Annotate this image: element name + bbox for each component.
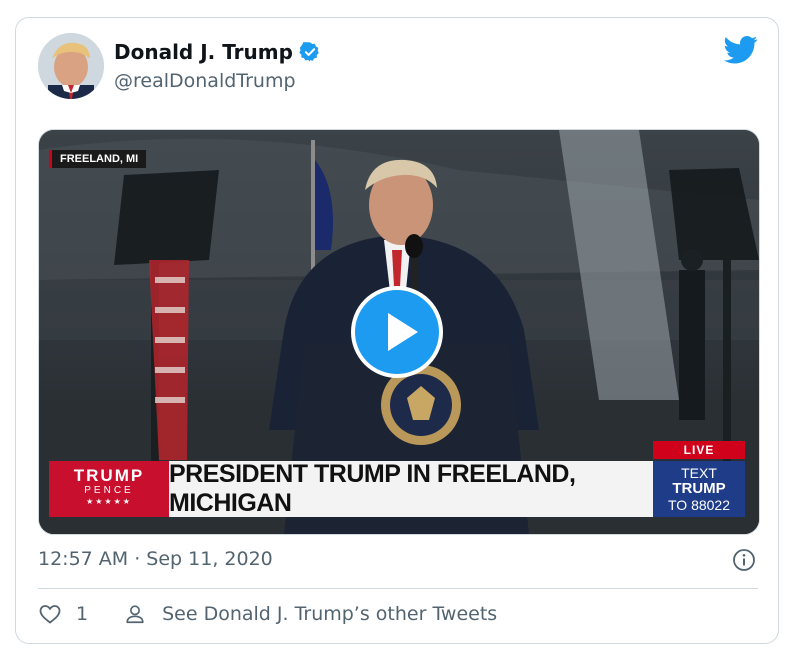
tweet-actions: 1 See Donald J. Trump’s other Tweets bbox=[38, 602, 497, 626]
logo-stars: ★★★★★ bbox=[86, 497, 132, 506]
other-tweets-link[interactable]: See Donald J. Trump’s other Tweets bbox=[162, 603, 497, 625]
logo-line-1: TRUMP bbox=[73, 466, 145, 485]
play-icon[interactable] bbox=[351, 286, 443, 378]
tweet-timestamp[interactable]: 12:57 AM · Sep 11, 2020 bbox=[38, 548, 273, 570]
author-avatar[interactable] bbox=[38, 33, 104, 99]
tweet-card: Donald J. Trump @realDonaldTrump FREELAN… bbox=[15, 17, 779, 644]
text-line-3: TO 88022 bbox=[667, 497, 730, 513]
text-to-donate: TEXT TRUMP TO 88022 bbox=[653, 461, 745, 517]
divider bbox=[38, 588, 758, 589]
heart-icon[interactable] bbox=[38, 602, 62, 626]
twitter-bird-icon[interactable] bbox=[724, 35, 758, 65]
news-lower-third: TRUMP PENCE ★★★★★ PRESIDENT TRUMP IN FRE… bbox=[49, 460, 745, 517]
campaign-logo: TRUMP PENCE ★★★★★ bbox=[49, 461, 169, 517]
text-line-2: TRUMP bbox=[672, 480, 726, 497]
author-name[interactable]: Donald J. Trump bbox=[114, 40, 293, 64]
text-line-1: TEXT bbox=[681, 465, 717, 481]
author-handle[interactable]: @realDonaldTrump bbox=[114, 70, 296, 92]
logo-line-2: PENCE bbox=[84, 485, 134, 496]
author-name-row: Donald J. Trump bbox=[114, 40, 321, 64]
avatar-portrait bbox=[38, 33, 104, 99]
info-icon[interactable] bbox=[732, 548, 756, 572]
video-headline: PRESIDENT TRUMP IN FREELAND, MICHIGAN bbox=[169, 460, 653, 517]
video-player[interactable]: FREELAND, MI LIVE TRUMP PENCE ★★★★★ PRES… bbox=[38, 129, 760, 535]
person-icon bbox=[126, 605, 144, 624]
live-badge: LIVE bbox=[653, 441, 745, 459]
verified-badge-icon bbox=[299, 42, 319, 62]
location-tag: FREELAND, MI bbox=[49, 150, 147, 168]
like-count[interactable]: 1 bbox=[76, 603, 88, 625]
